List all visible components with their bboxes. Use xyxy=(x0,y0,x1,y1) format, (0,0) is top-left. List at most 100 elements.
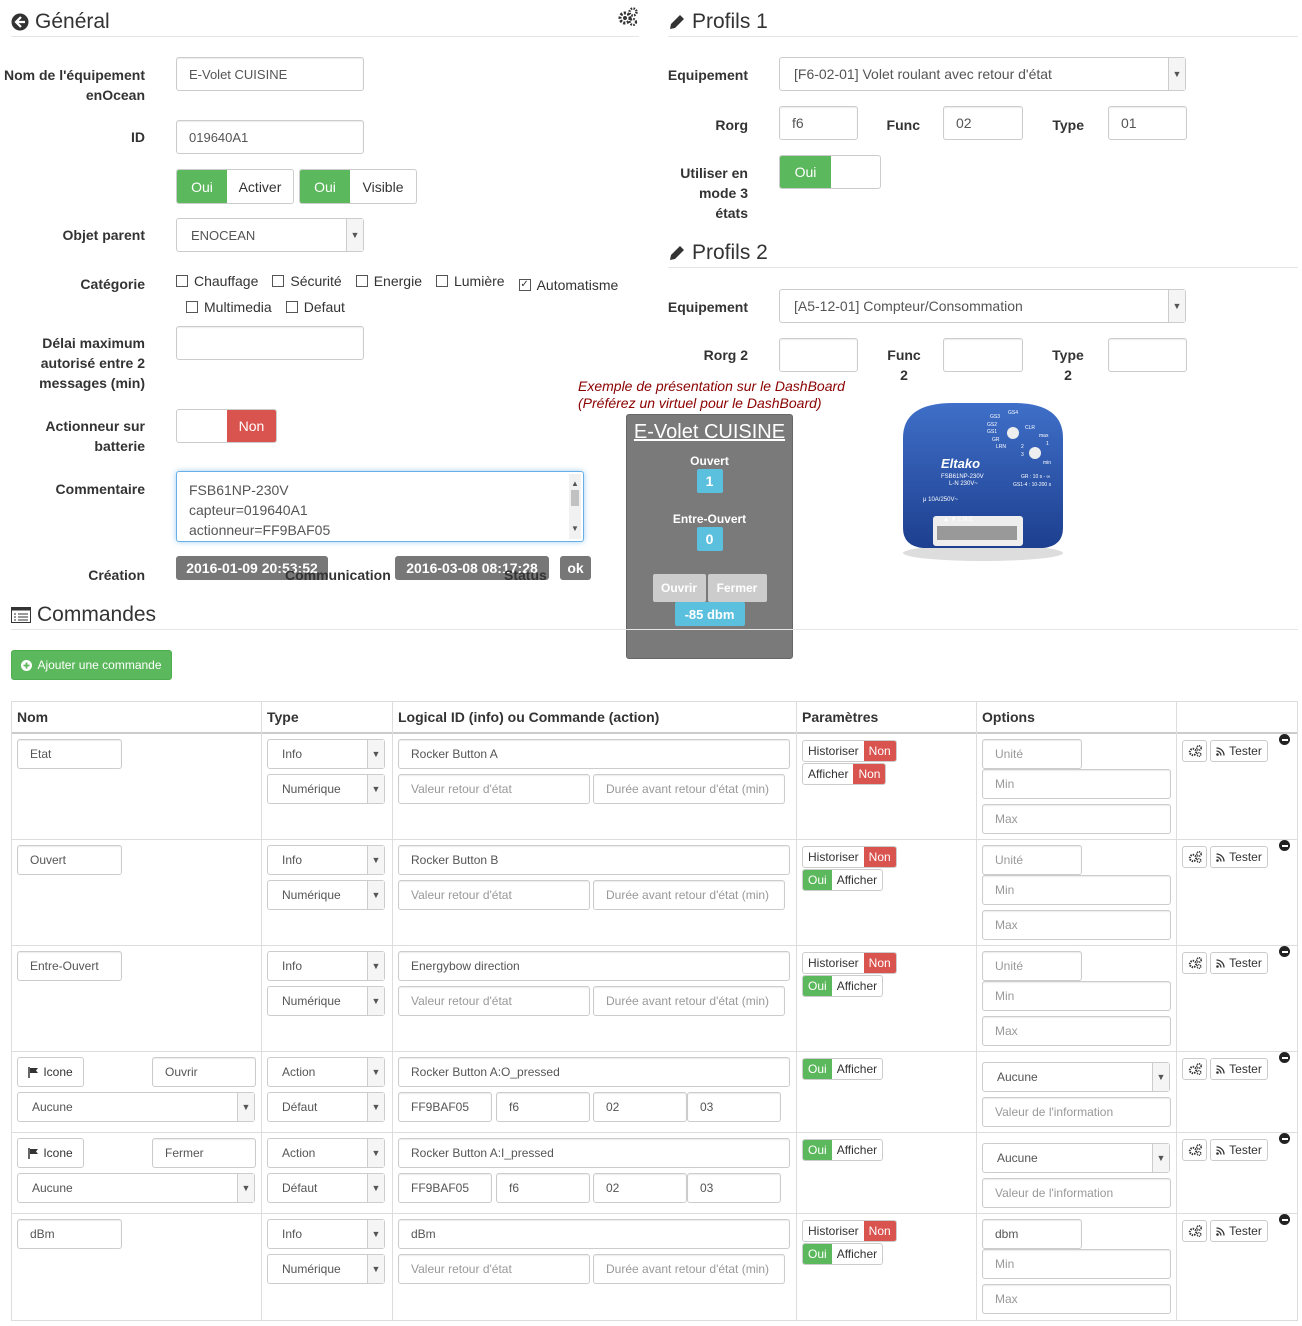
command-type-select[interactable]: Info ▼ xyxy=(267,739,385,769)
tester-button[interactable]: Tester xyxy=(1210,1139,1268,1161)
historiser-toggle[interactable]: Historiser Non xyxy=(802,740,897,762)
category-chauffage[interactable]: Chauffage xyxy=(176,270,258,292)
logical-id-input[interactable]: Rocker Button A:I_pressed xyxy=(398,1138,790,1168)
rorg-input[interactable]: f6 xyxy=(779,106,858,140)
min-input[interactable]: Min xyxy=(982,769,1171,799)
command-param-input[interactable]: FF9BAF05 xyxy=(398,1173,492,1203)
afficher-toggle[interactable]: Oui Afficher xyxy=(802,1243,884,1265)
tester-button[interactable]: Tester xyxy=(1210,1220,1268,1242)
remove-icon[interactable] xyxy=(1279,946,1290,957)
command-name-input[interactable]: Entre-Ouvert xyxy=(17,951,122,981)
command-name-input[interactable]: Ouvrir xyxy=(152,1057,256,1087)
command-param-input[interactable]: 03 xyxy=(687,1173,781,1203)
command-subtype-select[interactable]: Numérique ▼ xyxy=(267,880,385,910)
remove-icon[interactable] xyxy=(1279,1052,1290,1063)
configure-button[interactable] xyxy=(1182,1139,1207,1161)
duree-retour-input[interactable]: Durée avant retour d'état (min) xyxy=(593,774,785,804)
name-input[interactable]: E-Volet CUISINE xyxy=(176,57,364,91)
min-input[interactable]: Min xyxy=(982,1249,1171,1279)
textarea-scrollbar[interactable]: ▲ ▼ xyxy=(569,474,581,539)
command-icon-select[interactable]: Aucune ▼ xyxy=(17,1092,255,1122)
historiser-toggle[interactable]: Historiser Non xyxy=(802,952,897,974)
back-arrow-icon[interactable] xyxy=(11,13,29,31)
configure-button[interactable] xyxy=(1182,1220,1207,1242)
command-subtype-select[interactable]: Défaut ▼ xyxy=(267,1173,385,1203)
command-param-input[interactable]: FF9BAF05 xyxy=(398,1092,492,1122)
duree-retour-input[interactable]: Durée avant retour d'état (min) xyxy=(593,880,785,910)
valeur-retour-input[interactable]: Valeur retour d'état xyxy=(398,986,590,1016)
max-input[interactable]: Max xyxy=(982,804,1171,834)
command-type-select[interactable]: Action ▼ xyxy=(267,1057,385,1087)
afficher-toggle[interactable]: Oui Afficher xyxy=(802,1139,884,1161)
category-securite[interactable]: Sécurité xyxy=(272,270,342,292)
command-param-input[interactable]: 02 xyxy=(593,1092,687,1122)
gears-icon[interactable] xyxy=(617,7,639,27)
option-select[interactable]: Aucune ▼ xyxy=(982,1143,1170,1173)
icon-picker-button[interactable]: Icone xyxy=(17,1057,84,1087)
command-type-select[interactable]: Info ▼ xyxy=(267,951,385,981)
tester-button[interactable]: Tester xyxy=(1210,952,1268,974)
configure-button[interactable] xyxy=(1182,952,1207,974)
tester-button[interactable]: Tester xyxy=(1210,740,1268,762)
command-type-select[interactable]: Action ▼ xyxy=(267,1138,385,1168)
id-input[interactable]: 019640A1 xyxy=(176,120,364,154)
category-energie[interactable]: Energie xyxy=(355,270,422,292)
type-input[interactable]: 01 xyxy=(1108,106,1187,140)
category-multimedia[interactable]: Multimedia xyxy=(186,296,272,318)
visible-toggle[interactable]: Oui Visible xyxy=(299,169,417,204)
parent-select[interactable]: ENOCEAN ▼ xyxy=(176,218,364,252)
valeur-retour-input[interactable]: Valeur retour d'état xyxy=(398,1254,590,1284)
afficher-toggle[interactable]: Afficher Non xyxy=(802,763,887,785)
activer-toggle[interactable]: Oui Activer xyxy=(176,169,294,204)
afficher-toggle[interactable]: Oui Afficher xyxy=(802,869,884,891)
duree-retour-input[interactable]: Durée avant retour d'état (min) xyxy=(593,986,785,1016)
historiser-toggle[interactable]: Historiser Non xyxy=(802,846,897,868)
command-subtype-select[interactable]: Défaut ▼ xyxy=(267,1092,385,1122)
afficher-toggle[interactable]: Oui Afficher xyxy=(802,1058,884,1080)
command-name-input[interactable]: Etat xyxy=(17,739,122,769)
max-input[interactable]: Max xyxy=(982,1016,1171,1046)
command-name-input[interactable]: Fermer xyxy=(152,1138,256,1168)
profil1-equip-select[interactable]: [F6-02-01] Volet roulant avec retour d'é… xyxy=(779,57,1186,91)
command-type-select[interactable]: Info ▼ xyxy=(267,1219,385,1249)
command-type-select[interactable]: Info ▼ xyxy=(267,845,385,875)
remove-icon[interactable] xyxy=(1279,734,1290,745)
unit-input[interactable]: dbm xyxy=(982,1219,1082,1249)
profil2-equip-select[interactable]: [A5-12-01] Compteur/Consommation ▼ xyxy=(779,289,1186,323)
mode-toggle[interactable]: Oui xyxy=(779,155,881,189)
tester-button[interactable]: Tester xyxy=(1210,1058,1268,1080)
func2-input[interactable] xyxy=(943,338,1023,372)
info-value-input[interactable]: Valeur de l'information xyxy=(982,1097,1171,1127)
widget-fermer-button[interactable]: Fermer xyxy=(707,574,767,602)
historiser-toggle[interactable]: Historiser Non xyxy=(802,1220,897,1242)
unit-input[interactable]: Unité xyxy=(982,739,1082,769)
valeur-retour-input[interactable]: Valeur retour d'état xyxy=(398,774,590,804)
duree-retour-input[interactable]: Durée avant retour d'état (min) xyxy=(593,1254,785,1284)
command-subtype-select[interactable]: Numérique ▼ xyxy=(267,774,385,804)
rorg2-input[interactable] xyxy=(779,338,858,372)
icon-picker-button[interactable]: Icone xyxy=(17,1138,84,1168)
type2-input[interactable] xyxy=(1108,338,1187,372)
command-subtype-select[interactable]: Numérique ▼ xyxy=(267,986,385,1016)
logical-id-input[interactable]: Rocker Button B xyxy=(398,845,790,875)
command-icon-select[interactable]: Aucune ▼ xyxy=(17,1173,255,1203)
command-name-input[interactable]: dBm xyxy=(17,1219,122,1249)
remove-icon[interactable] xyxy=(1279,840,1290,851)
func-input[interactable]: 02 xyxy=(943,106,1023,140)
category-defaut[interactable]: Defaut xyxy=(285,296,345,318)
info-value-input[interactable]: Valeur de l'information xyxy=(982,1178,1171,1208)
command-subtype-select[interactable]: Numérique ▼ xyxy=(267,1254,385,1284)
add-command-button[interactable]: Ajouter une commande xyxy=(11,650,172,680)
logical-id-input[interactable]: Energybow direction xyxy=(398,951,790,981)
logical-id-input[interactable]: Rocker Button A:O_pressed xyxy=(398,1057,790,1087)
category-lumiere[interactable]: Lumière xyxy=(435,270,505,292)
afficher-toggle[interactable]: Oui Afficher xyxy=(802,975,884,997)
logical-id-input[interactable]: Rocker Button A xyxy=(398,739,790,769)
max-input[interactable]: Max xyxy=(982,1284,1171,1314)
configure-button[interactable] xyxy=(1182,846,1207,868)
widget-ouvrir-button[interactable]: Ouvrir xyxy=(652,574,706,602)
unit-input[interactable]: Unité xyxy=(982,845,1082,875)
tester-button[interactable]: Tester xyxy=(1210,846,1268,868)
category-automatisme[interactable]: ✓ Automatisme xyxy=(518,274,618,296)
delay-input[interactable] xyxy=(176,326,364,360)
